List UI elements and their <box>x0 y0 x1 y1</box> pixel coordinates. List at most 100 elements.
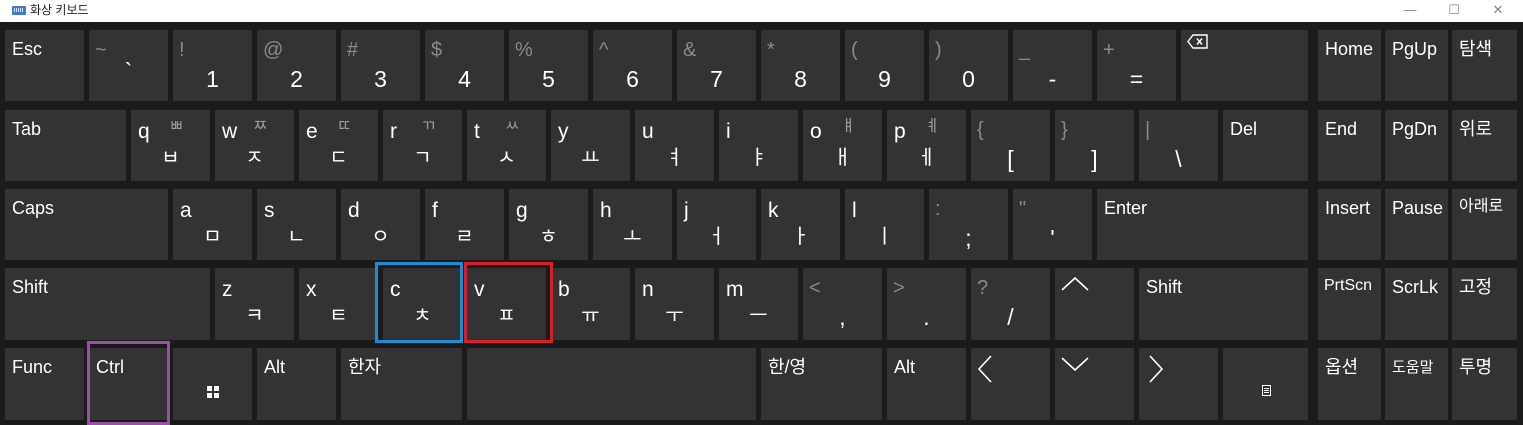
key-arrow-left[interactable] <box>971 348 1050 420</box>
key-z[interactable]: zㅋ <box>215 268 294 340</box>
key-shift-label: ^ <box>599 39 609 61</box>
key-i[interactable]: iㅑ <box>719 110 798 181</box>
key-windows[interactable] <box>173 348 252 420</box>
key-r[interactable]: r ㄲㄱ <box>383 110 462 181</box>
key-backquote[interactable]: ~ ` <box>89 30 168 101</box>
key-q[interactable]: q ㅃㅂ <box>131 110 210 181</box>
key-pgup[interactable]: PgUp <box>1385 30 1448 101</box>
key-arrow-right[interactable] <box>1139 348 1218 420</box>
key-alt-left[interactable]: Alt <box>257 348 336 420</box>
key-pause[interactable]: Pause <box>1385 189 1448 260</box>
key-home[interactable]: Home <box>1318 30 1381 101</box>
key-f[interactable]: fㄹ <box>425 189 504 260</box>
key-arrow-up[interactable] <box>1055 268 1134 340</box>
key-hangul: ㅑ <box>749 147 768 169</box>
key-a[interactable]: aㅁ <box>173 189 252 260</box>
key-l[interactable]: lㅣ <box>845 189 924 260</box>
key-label: Tab <box>12 119 42 139</box>
key-enter[interactable]: Enter <box>1097 189 1308 260</box>
key-hanja[interactable]: 한자 <box>341 348 462 420</box>
key-u[interactable]: uㅕ <box>635 110 714 181</box>
key-fade[interactable]: 투명 <box>1452 348 1517 420</box>
key-quote[interactable]: " ' <box>1013 189 1092 260</box>
key-lbracket[interactable]: {[ <box>971 110 1050 181</box>
key-x[interactable]: xㅌ <box>299 268 378 340</box>
key-navigate[interactable]: 탐색 <box>1452 30 1517 101</box>
key-8[interactable]: * 8 <box>761 30 840 101</box>
key-menu[interactable] <box>1223 348 1308 420</box>
key-caps[interactable]: Caps <box>5 189 168 260</box>
key-letter: w <box>222 120 238 143</box>
key-main-label: , <box>839 304 846 330</box>
key-3[interactable]: #3 <box>341 30 420 101</box>
key-hangul: ㅜ <box>665 305 684 327</box>
key-e[interactable]: e ㄸㄷ <box>299 110 378 181</box>
key-help[interactable]: 도움말 <box>1385 348 1448 420</box>
key-m[interactable]: mㅡ <box>719 268 798 340</box>
close-button[interactable]: ✕ <box>1476 0 1520 22</box>
key-label: 옵션 <box>1325 357 1359 377</box>
key-dock[interactable]: 고정 <box>1452 268 1517 340</box>
key-esc[interactable]: Esc <box>5 30 84 101</box>
key-end[interactable]: End <box>1318 110 1381 181</box>
key-main-label: - <box>1048 66 1057 92</box>
key-7[interactable]: & 7 <box>677 30 756 101</box>
key-hanyeong[interactable]: 한/영 <box>761 348 882 420</box>
key-pgdn[interactable]: PgDn <box>1385 110 1448 181</box>
key-1[interactable]: ! 1 <box>173 30 252 101</box>
key-space[interactable] <box>467 348 756 420</box>
key-tab[interactable]: Tab <box>5 110 126 181</box>
key-move-up[interactable]: 위로 <box>1452 110 1517 181</box>
key-del[interactable]: Del <box>1223 110 1308 181</box>
key-shift-right[interactable]: Shift <box>1139 268 1308 340</box>
key-n[interactable]: nㅜ <box>635 268 714 340</box>
key-w[interactable]: wㅉㅈ <box>215 110 294 181</box>
key-backslash[interactable]: | \ <box>1139 110 1218 181</box>
key-g[interactable]: gㅎ <box>509 189 588 260</box>
key-letter: t <box>474 120 480 143</box>
key-shift-left[interactable]: Shift <box>5 268 210 340</box>
key-k[interactable]: kㅏ <box>761 189 840 260</box>
key-backspace[interactable] <box>1181 30 1308 101</box>
key-4[interactable]: $4 <box>425 30 504 101</box>
key-rbracket[interactable]: }] <box>1055 110 1134 181</box>
key-p[interactable]: p ㅖㅔ <box>887 110 966 181</box>
key-options[interactable]: 옵션 <box>1318 348 1381 420</box>
key-label: PgUp <box>1392 39 1438 59</box>
minimize-button[interactable]: — <box>1388 0 1432 22</box>
key-scrlk[interactable]: ScrLk <box>1385 268 1448 340</box>
key-move-down[interactable]: 아래로 <box>1452 189 1517 260</box>
key-period[interactable]: >. <box>887 268 966 340</box>
key-equals[interactable]: + = <box>1097 30 1176 101</box>
key-y[interactable]: yㅛ <box>551 110 630 181</box>
key-2[interactable]: @2 <box>257 30 336 101</box>
key-comma[interactable]: <, <box>803 268 882 340</box>
key-b[interactable]: bㅠ <box>551 268 630 340</box>
key-semicolon[interactable]: :; <box>929 189 1008 260</box>
windows-icon <box>207 386 220 398</box>
key-main-label: ; <box>965 225 972 251</box>
key-t[interactable]: t ㅆㅅ <box>467 110 546 181</box>
chevron-left-icon <box>977 355 992 383</box>
key-insert[interactable]: Insert <box>1318 189 1381 260</box>
key-main-label: 9 <box>878 66 891 92</box>
key-9[interactable]: (9 <box>845 30 924 101</box>
key-hangul-shift: ㅃ <box>169 118 184 135</box>
key-func[interactable]: Func <box>5 348 84 420</box>
key-alt-right[interactable]: Alt <box>887 348 966 420</box>
key-label: 한/영 <box>768 357 807 377</box>
key-letter: z <box>222 278 233 301</box>
key-o[interactable]: o ㅒㅐ <box>803 110 882 181</box>
key-slash[interactable]: ? / <box>971 268 1050 340</box>
key-0[interactable]: ) 0 <box>929 30 1008 101</box>
key-prtscn[interactable]: PrtScn <box>1318 268 1381 340</box>
key-5[interactable]: % 5 <box>509 30 588 101</box>
key-d[interactable]: dㅇ <box>341 189 420 260</box>
key-6[interactable]: ^ 6 <box>593 30 672 101</box>
key-minus[interactable]: _ - <box>1013 30 1092 101</box>
key-arrow-down[interactable] <box>1055 348 1134 420</box>
maximize-button[interactable]: ☐ <box>1432 0 1476 22</box>
key-s[interactable]: sㄴ <box>257 189 336 260</box>
key-j[interactable]: jㅓ <box>677 189 756 260</box>
key-h[interactable]: hㅗ <box>593 189 672 260</box>
